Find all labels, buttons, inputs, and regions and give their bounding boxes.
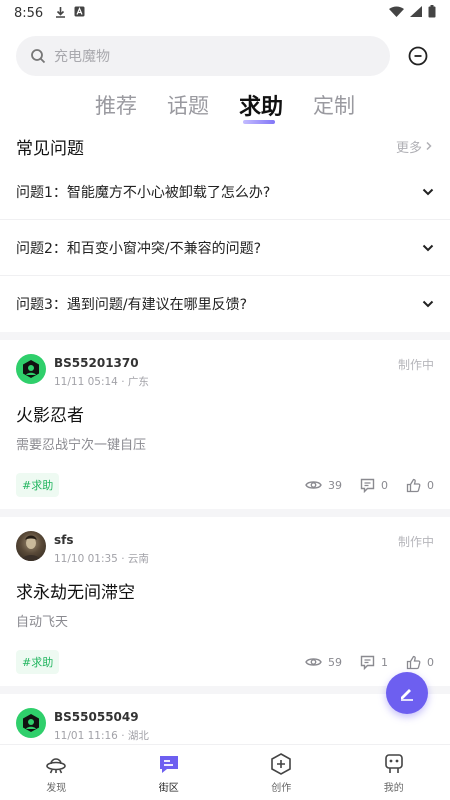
faq-header: 常见问题 更多 — [0, 128, 450, 164]
chevron-down-icon — [422, 244, 434, 251]
comment-count: 0 — [381, 478, 388, 492]
nav-create[interactable]: 创作 — [225, 745, 338, 800]
nav-label: 创作 — [271, 782, 292, 794]
post-meta: 11/11 05:14 · 广东 — [54, 376, 149, 388]
search-input[interactable]: 充电魔物 — [16, 36, 390, 76]
like-button[interactable]: 0 — [406, 655, 434, 670]
tag-help[interactable]: #求助 — [16, 650, 60, 674]
comment-count: 1 — [381, 655, 388, 669]
status-time: 8:56 — [14, 5, 44, 21]
tag-help[interactable]: #求助 — [16, 473, 60, 497]
pencil-icon — [401, 689, 413, 701]
faq-question: 问题1：智能魔方不小心被卸载了怎么办? — [16, 184, 271, 201]
default-avatar-icon — [23, 714, 39, 732]
avatar[interactable] — [16, 354, 46, 384]
status-badge: 制作中 — [397, 535, 434, 549]
faq-more-link[interactable]: 更多 — [396, 137, 434, 156]
tab-bar: 推荐 话题 求助 定制 — [0, 88, 450, 124]
post-meta: 11/01 11:16 · 湖北 — [54, 730, 149, 742]
bottom-nav: 发现 街区 创作 我的 — [0, 744, 450, 800]
download-icon — [55, 6, 66, 21]
message-button[interactable] — [402, 40, 434, 72]
robot-icon — [384, 753, 403, 773]
faq-item[interactable]: 问题1：智能魔方不小心被卸载了怎么办? — [0, 164, 450, 220]
tab-recommend[interactable]: 推荐 — [95, 90, 137, 120]
post-card[interactable]: sfs 11/10 01:35 · 云南 制作中 求永劫无间滞空 自动飞天 #求… — [0, 517, 450, 694]
view-count-value: 39 — [328, 478, 342, 492]
comment-icon — [360, 655, 375, 670]
author-name[interactable]: BS55201370 — [54, 356, 149, 370]
status-right — [389, 4, 436, 22]
faq-more-label: 更多 — [395, 140, 422, 156]
default-avatar-icon — [23, 360, 39, 378]
battery-icon — [428, 4, 436, 22]
post-title: 火影忍者 — [16, 406, 84, 426]
notification-a-icon — [74, 6, 85, 20]
faq-list: 问题1：智能魔方不小心被卸载了怎么办? 问题2：和百变小窗冲突/不兼容的问题? … — [0, 164, 450, 332]
tab-topics[interactable]: 话题 — [167, 90, 209, 120]
post-description: 需要忍战宁次一键自压 — [16, 438, 147, 453]
eye-icon — [305, 481, 322, 489]
ufo-icon — [46, 757, 67, 773]
post-description: 自动飞天 — [16, 615, 69, 630]
chevron-right-icon — [426, 141, 432, 151]
message-icon — [408, 46, 428, 66]
chevron-down-icon — [422, 188, 434, 195]
faq-question: 问题3：遇到问题/有建议在哪里反馈? — [16, 297, 248, 313]
status-badge: 制作中 — [397, 358, 434, 372]
search-placeholder: 充电魔物 — [54, 49, 110, 65]
post-meta: 11/10 01:35 · 云南 — [54, 553, 149, 565]
comment-button[interactable]: 1 — [360, 655, 388, 670]
view-count: 39 — [305, 479, 342, 492]
like-button[interactable]: 0 — [406, 478, 434, 493]
post-card[interactable]: BS55201370 11/11 05:14 · 广东 制作中 火影忍者 需要忍… — [0, 340, 450, 517]
like-count: 0 — [427, 478, 434, 492]
avatar[interactable] — [16, 708, 46, 738]
faq-question: 问题2：和百变小窗冲突/不兼容的问题? — [16, 240, 262, 257]
chevron-down-icon — [422, 300, 434, 308]
search-icon — [31, 49, 46, 64]
tab-custom[interactable]: 定制 — [313, 90, 355, 120]
view-count: 59 — [305, 656, 342, 669]
nav-label: 发现 — [46, 782, 67, 794]
author-name[interactable]: sfs — [54, 533, 149, 547]
nav-label: 街区 — [158, 782, 179, 794]
nav-discover[interactable]: 发现 — [0, 745, 113, 800]
nav-community[interactable]: 街区 — [113, 745, 226, 800]
status-bar: 8:56 — [0, 0, 450, 26]
view-count-value: 59 — [328, 655, 342, 669]
faq-item[interactable]: 问题3：遇到问题/有建议在哪里反馈? — [0, 276, 450, 332]
comment-icon — [360, 478, 375, 493]
post-title: 求永劫无间滞空 — [16, 583, 135, 603]
author-name[interactable]: BS55055049 — [54, 710, 149, 724]
chat-icon — [159, 755, 178, 773]
search-row: 充电魔物 — [0, 26, 450, 76]
wifi-icon — [389, 6, 404, 21]
like-count: 0 — [427, 655, 434, 669]
add-icon — [271, 752, 292, 775]
thumbs-up-icon — [406, 655, 421, 669]
tab-help[interactable]: 求助 — [239, 89, 283, 124]
nav-label: 我的 — [383, 782, 404, 794]
faq-title: 常见问题 — [16, 138, 84, 159]
eye-icon — [305, 658, 322, 666]
avatar[interactable] — [16, 531, 46, 561]
comment-button[interactable]: 0 — [360, 478, 388, 493]
thumbs-up-icon — [406, 478, 421, 492]
nav-mine[interactable]: 我的 — [338, 745, 450, 800]
section-divider — [0, 332, 450, 340]
signal-icon — [410, 5, 422, 21]
faq-item[interactable]: 问题2：和百变小窗冲突/不兼容的问题? — [0, 220, 450, 276]
create-post-button[interactable] — [386, 672, 428, 714]
user-photo-icon — [21, 535, 41, 561]
